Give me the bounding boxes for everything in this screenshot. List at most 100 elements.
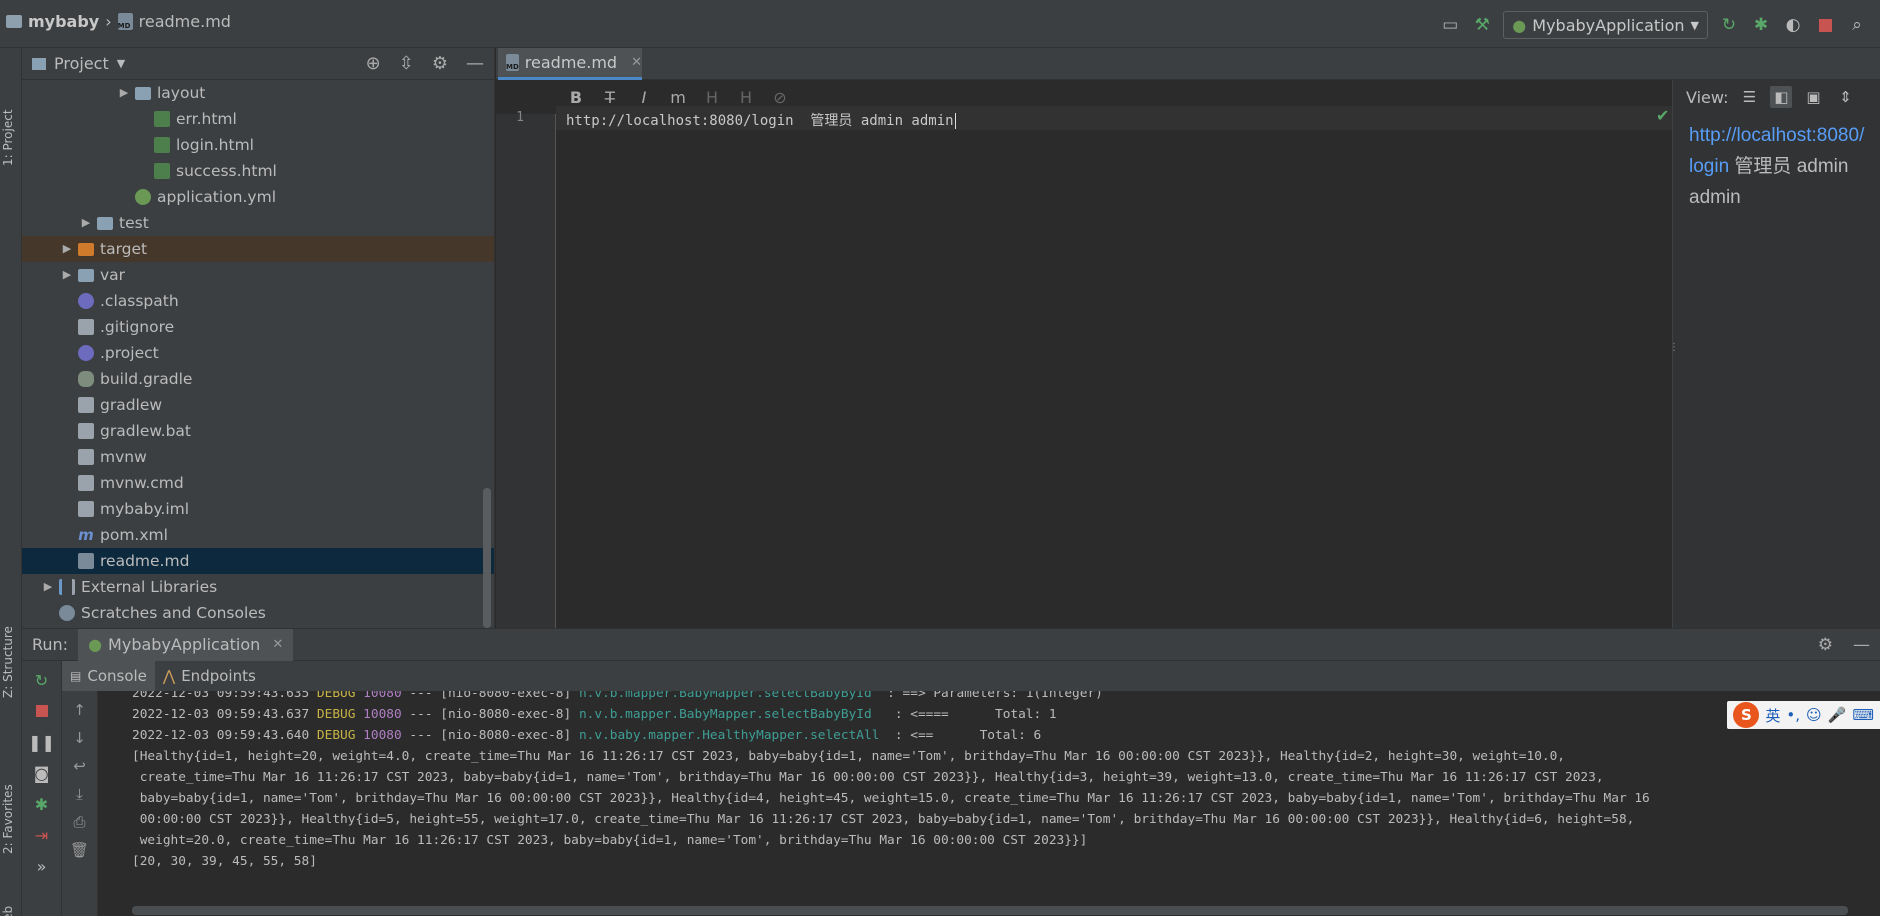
tree-item-label: gradlew.bat [100, 422, 191, 440]
tree-item[interactable]: mvnw.cmd [22, 470, 494, 496]
project-scrollbar[interactable] [483, 488, 491, 628]
tab-console[interactable]: ▤ Console [62, 661, 155, 691]
down-arrow-icon[interactable]: ↓ [73, 729, 86, 747]
html-icon [154, 111, 170, 127]
web-tool-tab[interactable]: Web [1, 906, 15, 916]
split-handle-icon[interactable]: ⋮ [1669, 342, 1679, 353]
tree-item[interactable]: ▶ layout [22, 80, 494, 106]
chevron-down-icon: ▼ [1690, 18, 1699, 32]
tree-item[interactable]: ▶ target [22, 236, 494, 262]
code-icon[interactable]: m [668, 88, 688, 107]
tab-endpoints[interactable]: ⋀ Endpoints [155, 661, 264, 691]
pause-icon[interactable]: ❚❚ [28, 733, 55, 752]
scroll-to-end-icon[interactable]: ⤓ [76, 785, 83, 803]
tree-item[interactable]: application.yml [22, 184, 494, 210]
tree-item[interactable]: mvnw [22, 444, 494, 470]
header-down-icon[interactable]: H [736, 88, 756, 107]
stop-icon[interactable] [1814, 14, 1836, 36]
clear-icon[interactable]: 🗑 [70, 841, 89, 859]
ime-language[interactable]: 英 [1765, 705, 1780, 726]
tree-item[interactable]: success.html [22, 158, 494, 184]
camera-icon[interactable]: ◙ [34, 764, 50, 783]
print-icon[interactable]: ⎙ [73, 813, 85, 831]
expand-arrow-icon[interactable]: ▶ [62, 236, 72, 262]
preview-only-icon[interactable]: ▣ [1802, 86, 1824, 108]
restore-layout-icon[interactable]: ✱ [35, 795, 48, 814]
expand-arrow-icon[interactable]: ▶ [81, 210, 91, 236]
locate-icon[interactable]: ⊕ [366, 53, 381, 74]
expand-arrow-icon[interactable]: ▶ [119, 80, 129, 106]
header-up-icon[interactable]: H [702, 88, 722, 107]
tree-item[interactable]: login.html [22, 132, 494, 158]
editor-area: readme.md ✕ BT̶ImHH⊘ 1 http://localhost:… [496, 48, 1880, 628]
console-output[interactable]: 2022-12-03 09:59:43.635 DEBUG 10080 --- … [98, 691, 1880, 916]
tree-item[interactable]: .gitignore [22, 314, 494, 340]
hide-icon[interactable]: — [466, 53, 484, 74]
sync-scroll-icon[interactable]: ⇕ [1834, 86, 1856, 108]
soft-wrap-icon[interactable]: ↩ [73, 757, 86, 775]
bold-icon[interactable]: B [566, 88, 586, 107]
more-icon[interactable]: » [37, 857, 47, 876]
tree-item[interactable]: err.html [22, 106, 494, 132]
inspection-ok-icon[interactable]: ✔ [1656, 106, 1669, 125]
gear-icon[interactable]: ⚙ [432, 53, 448, 74]
project-panel-title[interactable]: Project [54, 54, 109, 73]
run-configuration-select[interactable]: ● MybabyApplication ▼ [1503, 11, 1708, 39]
exit-icon[interactable]: ⇥ [35, 826, 48, 845]
tree-item[interactable]: ▶ var [22, 262, 494, 288]
run-toolbar: ▭ ⚒ ● MybabyApplication ▼ ↻ ✱ ◐ ⌕ [1439, 10, 1880, 40]
split-view-icon[interactable]: ◧ [1770, 86, 1793, 108]
tree-item[interactable]: readme.md [22, 548, 494, 574]
coverage-icon[interactable]: ◐ [1782, 14, 1804, 36]
tree-item[interactable]: ▶ External Libraries [22, 574, 494, 600]
tree-item[interactable]: mybaby.iml [22, 496, 494, 522]
terminal-icon[interactable]: ▭ [1439, 14, 1461, 36]
code-line-1[interactable]: http://localhost:8080/login 管理员 admin ad… [566, 113, 954, 129]
editor-only-icon[interactable]: ☰ [1738, 86, 1760, 108]
tab-readme[interactable]: readme.md ✕ [498, 48, 642, 80]
italic-icon[interactable]: I [634, 88, 654, 107]
close-icon[interactable]: ✕ [631, 55, 642, 70]
rerun-icon[interactable]: ↻ [35, 671, 48, 690]
close-icon[interactable]: ✕ [272, 637, 283, 652]
link-icon[interactable]: ⊘ [770, 88, 790, 107]
microphone-icon[interactable]: 🎤 [1828, 706, 1847, 724]
preview-link-part2: login [1689, 156, 1730, 177]
tree-item[interactable]: Scratches and Consoles [22, 600, 494, 626]
run-tab-application[interactable]: ● MybabyApplication ✕ [78, 628, 294, 661]
tree-item[interactable]: ▶ test [22, 210, 494, 236]
hide-icon[interactable]: — [1853, 635, 1870, 655]
project-panel: Project ▼ ⊕ ⇳ ⚙ — ▶ layout err.html login.h… [22, 48, 495, 628]
run-tab-label: MybabyApplication [108, 635, 261, 654]
chevron-down-icon[interactable]: ▼ [117, 57, 125, 70]
tree-item[interactable]: m pom.xml [22, 522, 494, 548]
search-icon[interactable]: ⌕ [1846, 14, 1868, 36]
expand-arrow-icon[interactable]: ▶ [62, 262, 72, 288]
preview-text-line3: admin [1689, 187, 1741, 208]
stop-icon[interactable] [35, 702, 48, 721]
tree-item[interactable]: build.gradle [22, 366, 494, 392]
code-text[interactable]: http://localhost:8080/login 管理员 admin ad… [566, 110, 956, 130]
ime-toolbar[interactable]: S 英 •, ☺ 🎤 ⌨ [1727, 701, 1880, 729]
up-arrow-icon[interactable]: ↑ [73, 701, 86, 719]
structure-tool-tab[interactable]: Z: Structure [1, 626, 15, 698]
breadcrumb-project[interactable]: mybaby [28, 12, 99, 31]
rerun-icon[interactable]: ↻ [1718, 14, 1740, 36]
collapse-all-icon[interactable]: ⇳ [399, 53, 414, 74]
expand-arrow-icon[interactable]: ▶ [43, 574, 53, 600]
tree-item[interactable]: gradlew.bat [22, 418, 494, 444]
project-tool-tab[interactable]: 1: Project [1, 109, 15, 166]
breadcrumb-file[interactable]: readme.md [139, 12, 231, 31]
tree-item[interactable]: .classpath [22, 288, 494, 314]
tree-item[interactable]: gradlew [22, 392, 494, 418]
tree-item[interactable]: .project [22, 340, 494, 366]
emoji-icon[interactable]: ☺ [1806, 706, 1822, 724]
keyboard-icon[interactable]: ⌨ [1852, 706, 1874, 724]
console-horizontal-scrollbar[interactable] [132, 906, 1848, 915]
favorites-tool-tab[interactable]: 2: Favorites [1, 784, 15, 854]
debug-icon[interactable]: ✱ [1750, 14, 1772, 36]
strikethrough-icon[interactable]: T̶ [600, 88, 620, 107]
punctuation-icon[interactable]: •, [1786, 706, 1800, 724]
build-hammer-icon[interactable]: ⚒ [1471, 14, 1493, 36]
gear-icon[interactable]: ⚙ [1818, 635, 1833, 655]
